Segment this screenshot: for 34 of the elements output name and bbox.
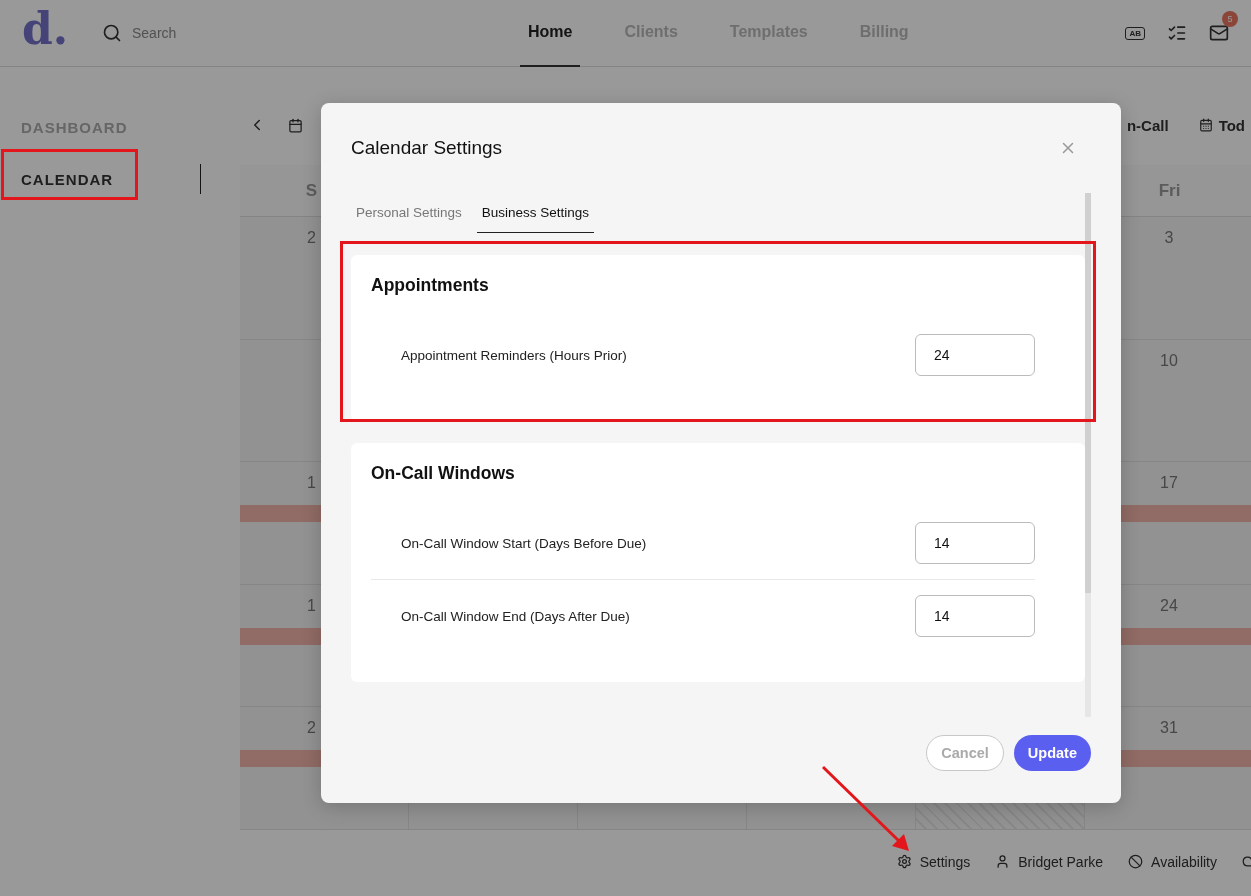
on-call-button[interactable]: n-Call (1126, 116, 1169, 134)
count-badge: 5 (1222, 11, 1238, 27)
field-label: Appointment Reminders (Hours Prior) (401, 347, 627, 363)
weekday-header: S (305, 180, 317, 201)
day-number: 17 (1159, 474, 1179, 493)
number-field[interactable]: 14 (915, 522, 1035, 564)
day-number: 1 (307, 474, 316, 493)
day-number: 24 (1159, 596, 1179, 615)
sidebar-item[interactable]: CALENDAR (0, 164, 201, 194)
day-number: 31 (1159, 719, 1179, 738)
settings-tab[interactable]: Personal Settings (351, 193, 467, 233)
settings-tab[interactable]: Business Settings (476, 193, 595, 233)
today-button[interactable]: Tod (1218, 116, 1245, 134)
section-title: On-Call Windows (371, 463, 516, 484)
day-number: 2 (307, 719, 316, 738)
footer-link[interactable]: Bridget Parke (1018, 854, 1104, 870)
footer-link[interactable]: Settings (919, 854, 971, 870)
search-field[interactable]: Search (130, 24, 250, 42)
profile-badge[interactable]: AB (1125, 26, 1145, 40)
day-number: 1 (307, 596, 316, 615)
field-label: On-Call Window Start (Days Before Due) (401, 535, 647, 551)
dialog-title: Calendar Settings (351, 137, 503, 159)
nav-tab[interactable]: Home (520, 0, 581, 67)
number-field[interactable]: 14 (915, 595, 1035, 637)
section-title: Appointments (371, 275, 490, 296)
field-label: On-Call Window End (Days After Due) (401, 608, 630, 624)
update-button[interactable]: Update (1013, 735, 1091, 771)
weekday-header: Fri (1158, 180, 1181, 201)
day-number: 3 (1163, 229, 1175, 247)
day-number: 10 (1159, 351, 1179, 370)
logo[interactable]: d. (22, 7, 102, 51)
footer-link[interactable]: Availability (1151, 854, 1217, 870)
day-number: 2 (307, 229, 316, 247)
number-field[interactable]: 24 (915, 334, 1035, 376)
